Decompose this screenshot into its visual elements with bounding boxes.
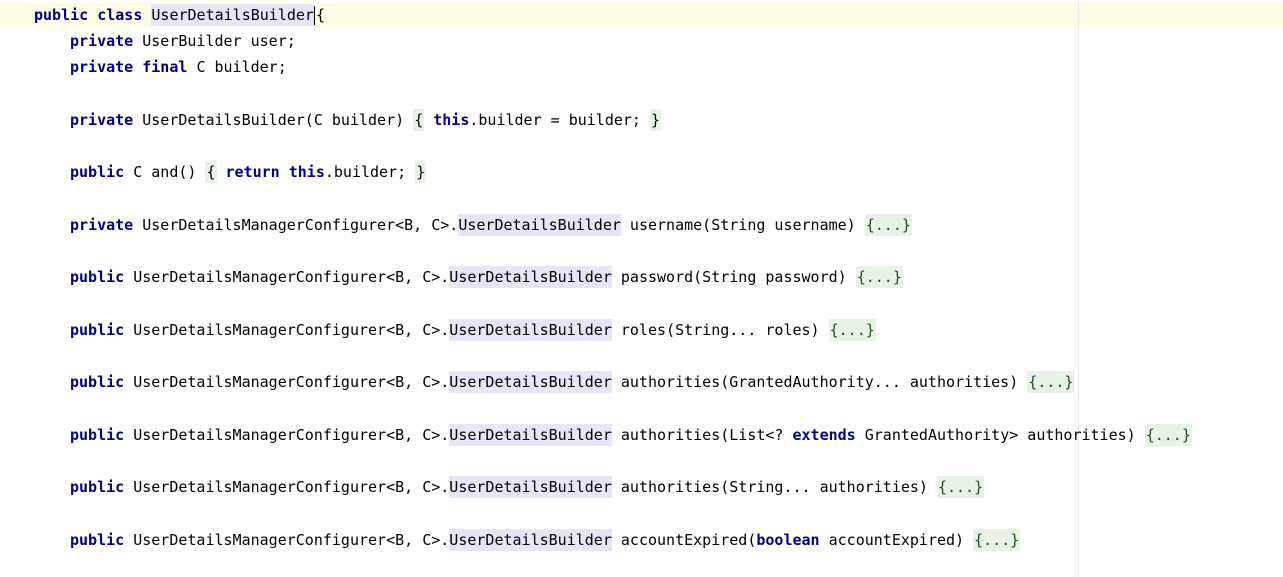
method-signature: username(String username) <box>629 216 856 234</box>
method-signature-start: accountExpired( <box>620 531 757 549</box>
text-caret <box>313 6 315 25</box>
class-name-usage-highlight[interactable]: UserDetailsBuilder <box>151 4 314 26</box>
type-usage-highlight[interactable]: UserDetailsBuilder <box>449 424 612 446</box>
method-signature-start: authorities(List<? <box>620 426 793 444</box>
folded-body[interactable]: {...} <box>973 529 1021 551</box>
code-editor[interactable]: public class UserDetailsBuilder{ private… <box>0 0 1283 577</box>
right-margin-guide <box>1078 0 1079 577</box>
type-usage-highlight[interactable]: UserDetailsBuilder <box>449 371 612 393</box>
folded-body[interactable]: {...} <box>855 266 903 288</box>
return-type-prefix: UserDetailsManagerConfigurer<B, C>. <box>133 321 450 339</box>
keyword: public <box>70 373 125 391</box>
method-signature: password(String password) <box>620 268 847 286</box>
code-line-constructor[interactable]: private UserDetailsBuilder(C builder) { … <box>70 108 662 132</box>
code-line-field-builder[interactable]: private final C builder; <box>70 55 287 79</box>
method-signature: UserDetailsBuilder(C builder) <box>142 111 405 129</box>
code-line-method-roles[interactable]: public UserDetailsManagerConfigurer<B, C… <box>70 318 876 342</box>
keyword: public <box>70 478 125 496</box>
code-line-class-declaration[interactable]: public class UserDetailsBuilder{ <box>34 3 325 27</box>
keyword: private <box>70 32 134 50</box>
method-signature: authorities(GrantedAuthority... authorit… <box>620 373 1019 391</box>
code-text: .builder = builder; <box>469 111 641 129</box>
keyword: private <box>70 216 134 234</box>
type-usage-highlight[interactable]: UserDetailsBuilder <box>458 214 621 236</box>
method-signature: roles(String... roles) <box>620 321 820 339</box>
keyword: public <box>70 321 125 339</box>
return-type-prefix: UserDetailsManagerConfigurer<B, C>. <box>133 426 450 444</box>
method-signature: authorities(String... authorities) <box>620 478 928 496</box>
fold-open-brace[interactable]: { <box>205 161 217 183</box>
return-type-prefix: UserDetailsManagerConfigurer<B, C>. <box>133 478 450 496</box>
open-brace: { <box>315 6 325 24</box>
keyword: boolean <box>756 531 820 549</box>
keyword: this <box>288 163 325 181</box>
keyword: class <box>97 6 143 24</box>
type-usage-highlight[interactable]: UserDetailsBuilder <box>449 529 612 551</box>
code-line-method-password[interactable]: public UserDetailsManagerConfigurer<B, C… <box>70 265 903 289</box>
keyword: public <box>70 531 125 549</box>
keyword: public <box>70 163 125 181</box>
method-signature-end: accountExpired) <box>819 531 965 549</box>
fold-open-brace[interactable]: { <box>413 109 425 131</box>
folded-body[interactable]: {...} <box>828 319 876 341</box>
keyword: public <box>34 6 89 24</box>
keyword: final <box>142 58 188 76</box>
code-text: .builder; <box>324 163 407 181</box>
code-text: C builder; <box>196 58 287 76</box>
method-signature-end: GrantedAuthority> authorities) <box>855 426 1136 444</box>
code-line-method-account-expired[interactable]: public UserDetailsManagerConfigurer<B, C… <box>70 528 1021 552</box>
type-usage-highlight[interactable]: UserDetailsBuilder <box>449 266 612 288</box>
return-type-prefix: UserDetailsManagerConfigurer<B, C>. <box>142 216 459 234</box>
keyword: extends <box>792 426 856 444</box>
keyword: private <box>70 111 134 129</box>
fold-close-brace[interactable]: } <box>650 109 662 131</box>
code-line-method-authorities-list[interactable]: public UserDetailsManagerConfigurer<B, C… <box>70 423 1192 447</box>
return-type-prefix: UserDetailsManagerConfigurer<B, C>. <box>133 531 450 549</box>
folded-body[interactable]: {...} <box>936 476 985 498</box>
return-type-prefix: UserDetailsManagerConfigurer<B, C>. <box>133 268 450 286</box>
code-line-method-and[interactable]: public C and() { return this.builder; } <box>70 160 427 184</box>
keyword: return <box>225 163 280 181</box>
method-signature: C and() <box>133 163 197 181</box>
code-line-method-authorities-varargs[interactable]: public UserDetailsManagerConfigurer<B, C… <box>70 370 1075 394</box>
fold-close-brace[interactable]: } <box>415 161 427 183</box>
code-line-method-authorities-strings[interactable]: public UserDetailsManagerConfigurer<B, C… <box>70 475 985 499</box>
keyword: public <box>70 268 125 286</box>
keyword: public <box>70 426 125 444</box>
code-line-field-user[interactable]: private UserBuilder user; <box>70 29 296 53</box>
code-line-method-username[interactable]: private UserDetailsManagerConfigurer<B, … <box>70 213 912 237</box>
type-usage-highlight[interactable]: UserDetailsBuilder <box>449 319 612 341</box>
keyword: private <box>70 58 134 76</box>
keyword: this <box>433 111 470 129</box>
code-text: UserBuilder user; <box>142 32 296 50</box>
folded-body[interactable]: {...} <box>864 214 912 236</box>
type-usage-highlight[interactable]: UserDetailsBuilder <box>449 476 612 498</box>
folded-body[interactable]: {...} <box>1027 371 1075 393</box>
folded-body[interactable]: {...} <box>1144 424 1192 446</box>
return-type-prefix: UserDetailsManagerConfigurer<B, C>. <box>133 373 450 391</box>
